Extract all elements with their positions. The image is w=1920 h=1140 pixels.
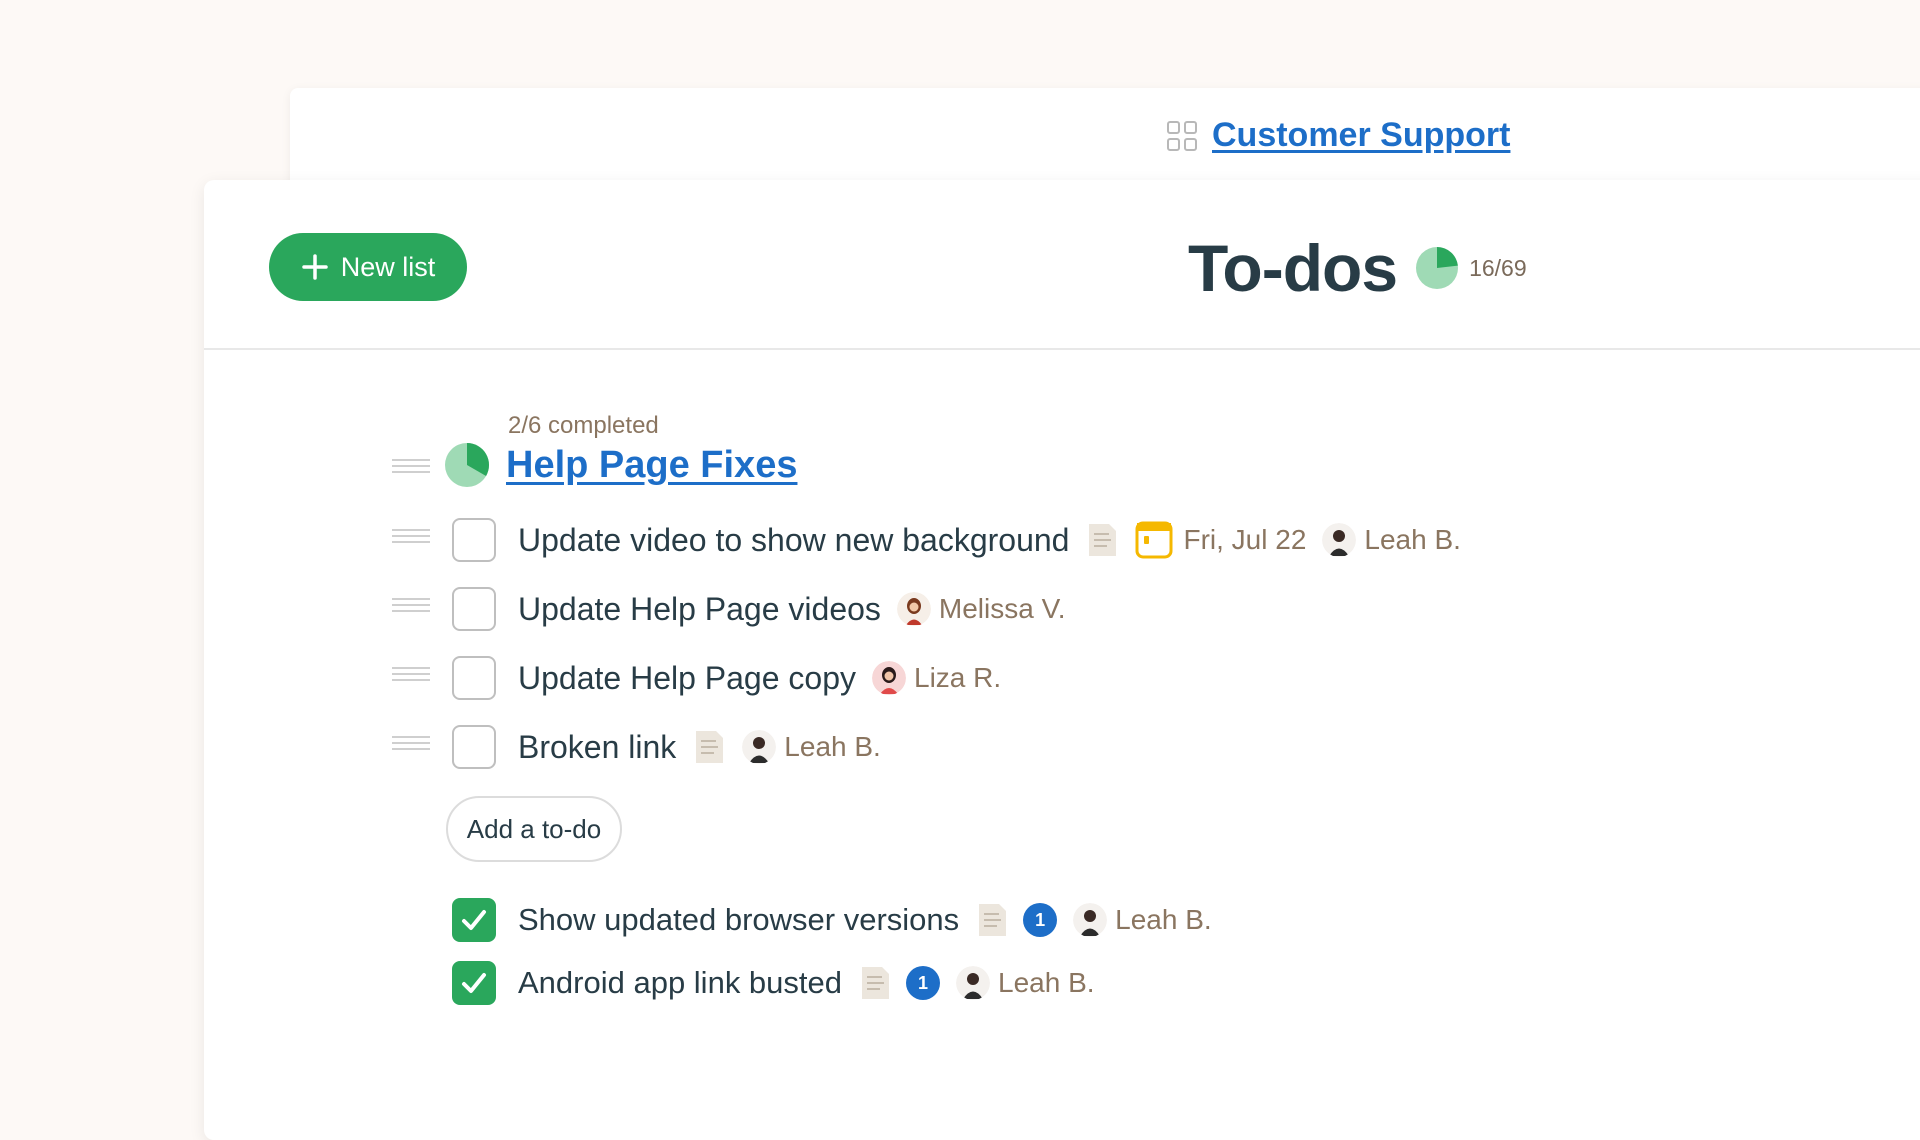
drag-handle-icon[interactable] [392, 459, 430, 473]
todo-title[interactable]: Broken link [518, 729, 676, 766]
todo-item: Update video to show new background Fri,… [452, 510, 1461, 570]
todo-title[interactable]: Show updated browser versions [518, 902, 959, 938]
avatar-leah-b [742, 730, 777, 764]
avatar-leah-b [1073, 903, 1108, 937]
todo-item: Update Help Page videos Melissa V. [452, 579, 1065, 639]
progress-pie-icon [1416, 247, 1459, 289]
completed-todo-item: Android app link busted 1 Leah B. [452, 953, 1095, 1013]
list-progress-pie-icon [445, 443, 490, 487]
page-title: To-dos [1188, 231, 1398, 305]
list-completed-count: 2/6 completed [508, 412, 659, 439]
assignee-name[interactable]: Leah B. [998, 967, 1095, 999]
new-list-button[interactable]: New list [269, 233, 467, 301]
todo-checkbox[interactable] [452, 587, 496, 631]
progress-count: 16/69 [1469, 254, 1527, 281]
project-link[interactable]: Customer Support [1212, 116, 1510, 155]
todo-item: Broken link Leah B. [452, 717, 881, 777]
page-header: To-dos 16/69 [1188, 230, 1527, 306]
avatar-liza-r [872, 661, 906, 695]
comment-count-badge[interactable]: 1 [1023, 903, 1058, 937]
todo-title[interactable]: Update video to show new background [518, 522, 1069, 559]
checkmark-icon [462, 973, 486, 993]
plus-icon [301, 254, 328, 280]
assignee-name[interactable]: Leah B. [1115, 904, 1212, 936]
todo-checkbox-checked[interactable] [452, 898, 496, 942]
grid-icon [1167, 120, 1197, 151]
note-icon [862, 967, 890, 999]
completed-todo-item: Show updated browser versions 1 Leah B. [452, 890, 1212, 950]
assignee-name[interactable]: Leah B. [784, 731, 881, 763]
add-todo-button[interactable]: Add a to-do [446, 796, 622, 862]
todo-item: Update Help Page copy Liza R. [452, 648, 1001, 708]
note-icon [979, 904, 1007, 936]
calendar-icon [1135, 521, 1173, 559]
todo-checkbox[interactable] [452, 518, 496, 562]
note-icon [1089, 524, 1117, 556]
drag-handle-icon[interactable] [392, 598, 430, 612]
note-icon [696, 731, 724, 763]
todo-checkbox-checked[interactable] [452, 961, 496, 1005]
header-divider [204, 348, 1920, 350]
assignee-name[interactable]: Melissa V. [939, 593, 1066, 625]
drag-handle-icon[interactable] [392, 667, 430, 681]
assignee-name[interactable]: Liza R. [914, 662, 1001, 694]
todo-checkbox[interactable] [452, 725, 496, 769]
avatar-melissa-v [896, 592, 931, 626]
due-date: Fri, Jul 22 [1183, 524, 1307, 555]
todo-checkbox[interactable] [452, 656, 496, 700]
list-title-link[interactable]: Help Page Fixes [506, 444, 797, 487]
todo-title[interactable]: Update Help Page videos [518, 591, 881, 628]
list-header: Help Page Fixes [444, 442, 797, 488]
project-breadcrumb: Customer Support [1166, 116, 1510, 155]
todo-title[interactable]: Update Help Page copy [518, 660, 856, 697]
new-list-label: New list [340, 251, 436, 282]
drag-handle-icon[interactable] [392, 736, 430, 750]
avatar-leah-b [956, 966, 991, 1000]
checkmark-icon [462, 910, 486, 930]
comment-count-badge[interactable]: 1 [906, 966, 941, 1000]
assignee-name[interactable]: Leah B. [1364, 524, 1461, 556]
avatar-leah-b [1322, 523, 1357, 557]
todos-card: New list To-dos 16/69 2/6 completed Help… [204, 180, 1920, 1140]
drag-handle-icon[interactable] [392, 529, 430, 543]
todo-title[interactable]: Android app link busted [518, 965, 842, 1001]
